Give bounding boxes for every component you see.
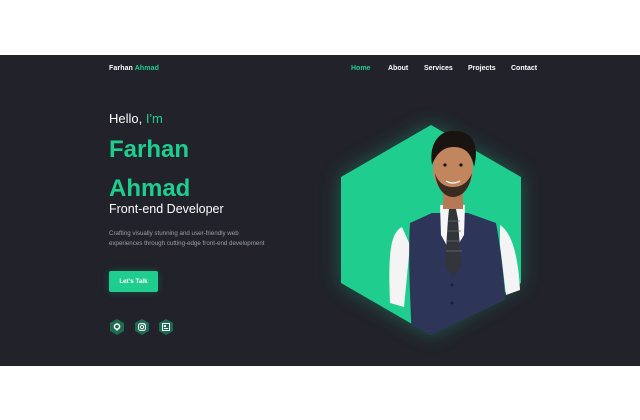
greeting-accent: I'm: [145, 111, 163, 126]
hero-greeting: Hello, I'm: [109, 111, 163, 126]
hero-description: Crafting visually stunning and user-frie…: [109, 230, 265, 247]
portfolio-link[interactable]: [158, 319, 174, 335]
nav-projects[interactable]: Projects: [468, 65, 496, 72]
nav-about[interactable]: About: [388, 65, 408, 72]
portfolio-icon: [159, 319, 173, 335]
nav-home[interactable]: Home: [351, 65, 370, 72]
nav-contact[interactable]: Contact: [511, 65, 537, 72]
profile-photo: [389, 130, 520, 335]
site-logo[interactable]: Farhan Ahmad: [109, 65, 159, 72]
logo-first-name: Farhan: [109, 65, 133, 72]
nav-services[interactable]: Services: [424, 65, 453, 72]
hero-name: Farhan Ahmad: [109, 130, 259, 208]
github-link[interactable]: [109, 319, 125, 335]
lets-talk-button[interactable]: Let's Talk: [109, 271, 158, 292]
logo-last-name: Ahmad: [134, 65, 159, 72]
portfolio-page: Farhan Ahmad Home About Services Project…: [0, 55, 640, 366]
hero-role: Front-end Developer: [109, 202, 224, 216]
instagram-icon: [135, 319, 149, 335]
greeting-text: Hello,: [109, 111, 143, 126]
instagram-link[interactable]: [134, 319, 150, 335]
hero-image: [340, 125, 522, 345]
name-line-1: Farhan: [109, 136, 190, 163]
github-icon: [110, 319, 124, 335]
